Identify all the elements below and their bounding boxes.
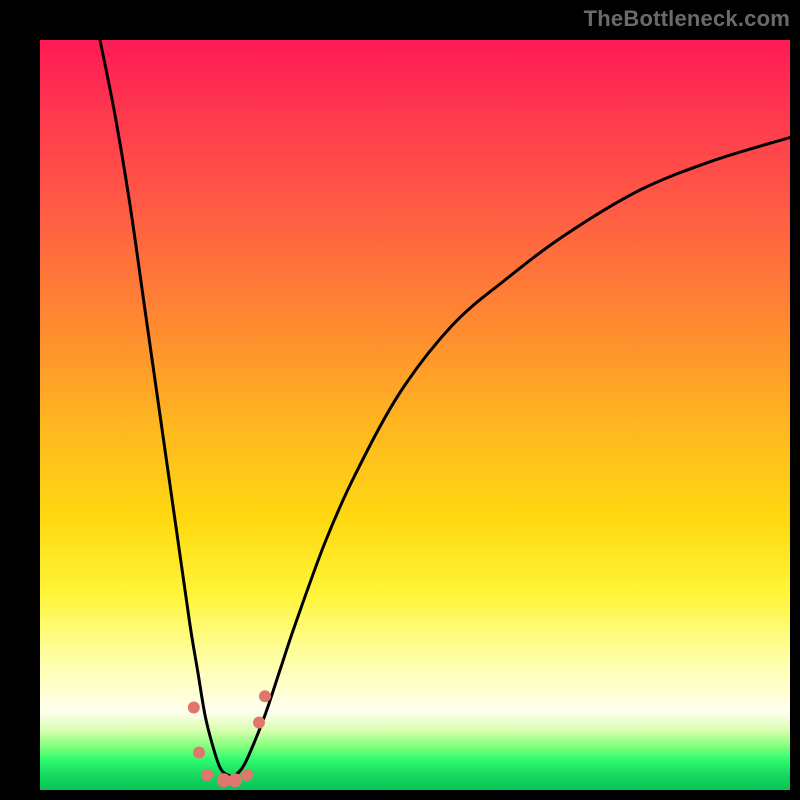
- curve-markers: [188, 690, 271, 787]
- curve-marker: [188, 702, 200, 714]
- plot-area: [40, 40, 790, 790]
- curve-marker: [259, 690, 271, 702]
- curve-marker: [201, 769, 213, 781]
- bottleneck-curve-svg: [40, 40, 790, 790]
- curve-marker: [253, 717, 265, 729]
- chart-frame: TheBottleneck.com: [0, 0, 800, 800]
- watermark-text: TheBottleneck.com: [584, 6, 790, 32]
- curve-marker: [241, 769, 253, 781]
- bottleneck-curve: [100, 40, 790, 776]
- curve-marker: [193, 747, 205, 759]
- curve-marker: [228, 773, 242, 787]
